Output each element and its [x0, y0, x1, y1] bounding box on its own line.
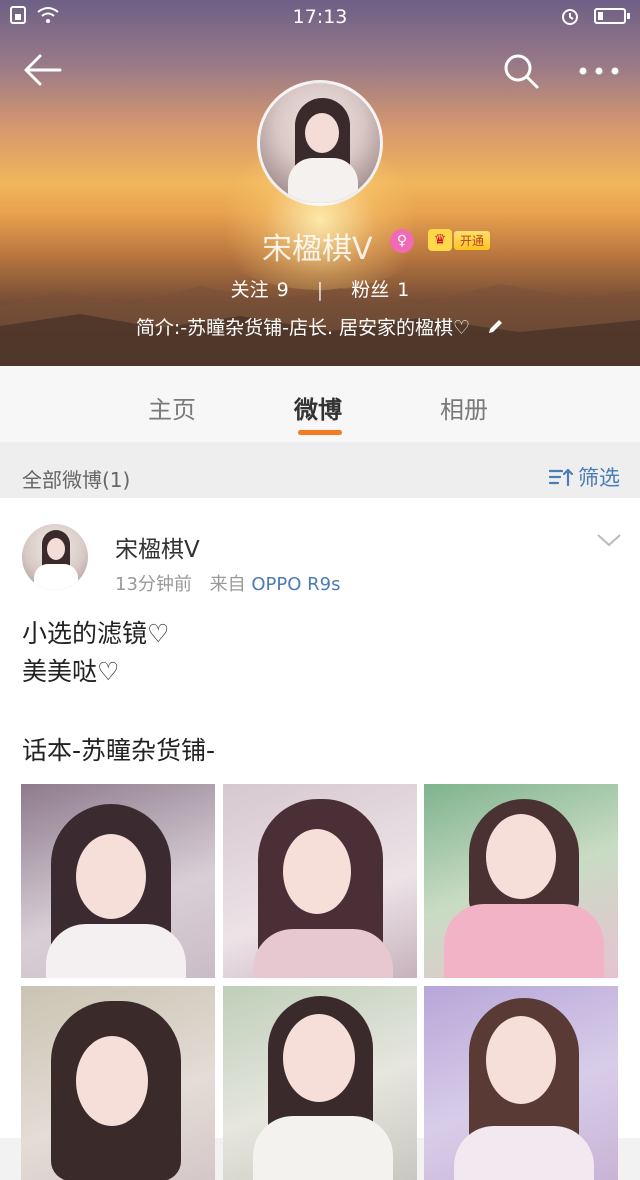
bio-text: 简介:-苏瞳杂货铺-店长. 居安家的楹棋♡	[135, 317, 471, 339]
post-meta: 13分钟前 来自 OPPO R9s	[115, 570, 340, 596]
post-text-line: 小选的滤镜♡	[22, 619, 170, 648]
alarm-icon	[562, 9, 578, 25]
status-time: 17:13	[292, 6, 348, 28]
profile-username: 宋楹棋V	[262, 232, 373, 267]
vip-crown-icon: ♛	[428, 229, 452, 251]
active-tab-indicator	[298, 430, 342, 435]
vip-badge[interactable]: ♛ 开通	[428, 229, 491, 251]
post-image[interactable]	[223, 784, 417, 978]
stats-separator: |	[316, 279, 324, 301]
chevron-down-icon[interactable]	[596, 532, 622, 548]
followers-label[interactable]: 粉丝	[351, 279, 389, 301]
edit-pencil-icon[interactable]	[486, 318, 504, 336]
following-label[interactable]: 关注	[231, 279, 269, 301]
filter-icon	[548, 468, 574, 487]
followers-count[interactable]: 1	[397, 279, 409, 301]
search-icon[interactable]	[502, 52, 540, 90]
battery-icon	[594, 8, 630, 24]
post-card[interactable]: 宋楹棋V 13分钟前 来自 OPPO R9s 小选的滤镜♡ 美美哒♡ 话本-苏瞳…	[0, 498, 640, 1180]
profile-stats: 关注 9 | 粉丝 1	[0, 275, 640, 302]
filter-button[interactable]: 筛选	[548, 462, 620, 492]
post-avatar[interactable]	[22, 524, 88, 590]
following-count[interactable]: 9	[277, 279, 289, 301]
tab-home[interactable]: 主页	[148, 390, 196, 425]
post-time: 13分钟前	[115, 574, 192, 595]
filter-bar: 全部微博(1) 筛选	[0, 442, 640, 498]
profile-header: 17:13 宋楹棋V ♀ ♛ 开通 关注 9 | 粉丝 1 简介:-苏瞳杂货铺-店长…	[0, 0, 640, 366]
post-image[interactable]	[223, 986, 417, 1180]
profile-bio[interactable]: 简介:-苏瞳杂货铺-店长. 居安家的楹棋♡	[0, 313, 640, 340]
more-icon[interactable]	[578, 66, 620, 76]
post-image[interactable]	[424, 986, 618, 1180]
post-image[interactable]	[424, 784, 618, 978]
female-gender-icon: ♀	[390, 229, 414, 253]
back-arrow-icon[interactable]	[22, 52, 62, 88]
tab-weibo[interactable]: 微博	[294, 390, 342, 425]
post-text-line: 美美哒♡	[22, 657, 120, 686]
vip-open-label: 开通	[454, 230, 491, 250]
post-count-label: 全部微博(1)	[22, 468, 131, 492]
filter-label: 筛选	[578, 466, 620, 490]
status-bar: 17:13	[0, 0, 640, 34]
post-text-line: 话本-苏瞳杂货铺-	[22, 736, 216, 765]
post-source-prefix: 来自	[209, 574, 246, 595]
tab-album[interactable]: 相册	[440, 390, 488, 425]
post-image[interactable]	[21, 986, 215, 1180]
post-image[interactable]	[21, 784, 215, 978]
post-source[interactable]: OPPO R9s	[251, 574, 340, 595]
profile-avatar[interactable]	[257, 80, 383, 206]
post-author[interactable]: 宋楹棋V	[115, 530, 200, 564]
